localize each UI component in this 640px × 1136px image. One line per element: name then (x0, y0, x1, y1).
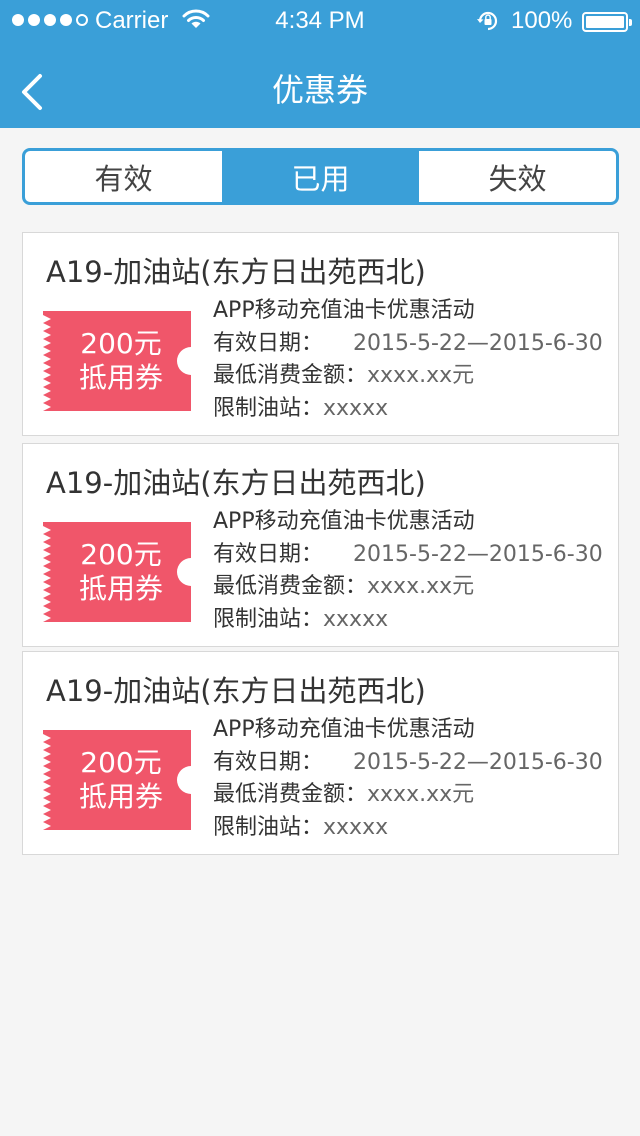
coupon-card[interactable]: A19-加油站(东方日出苑西北) 200元 抵用券 APP移动充值油卡优惠活动 … (22, 651, 619, 855)
voucher-amount: 200元 (80, 538, 162, 571)
station-limit-row: 限制油站：xxxxx (213, 604, 603, 637)
voucher-type: 抵用券 (78, 361, 163, 394)
battery-icon (582, 12, 632, 32)
min-spend-value: xxxx.xx元 (367, 574, 475, 599)
station-name: A19-加油站(东方日出苑西北) (46, 674, 426, 708)
voucher-amount: 200元 (80, 327, 162, 360)
valid-date-label: 有效日期： (213, 541, 324, 567)
coupon-card[interactable]: A19-加油站(东方日出苑西北) 200元 抵用券 APP移动充值油卡优惠活动 … (22, 443, 619, 647)
station-limit-row: 限制油站：xxxxx (213, 393, 603, 426)
coupon-status-tabs: 有效 已用 失效 (22, 148, 619, 205)
valid-date-row: 有效日期： 2015-5-22—2015-6-30 (213, 328, 603, 361)
tab-expired[interactable]: 失效 (419, 151, 616, 202)
valid-date-value: 2015-5-22—2015-6-30 (353, 749, 603, 775)
valid-date-row: 有效日期： 2015-5-22—2015-6-30 (213, 539, 603, 572)
min-spend-row: 最低消费金额：xxxx.xx元 (213, 571, 603, 604)
valid-date-value: 2015-5-22—2015-6-30 (353, 330, 603, 356)
valid-date-value: 2015-5-22—2015-6-30 (353, 541, 603, 567)
min-spend-label: 最低消费金额： (213, 574, 368, 599)
voucher-amount: 200元 (80, 746, 162, 779)
tab-used[interactable]: 已用 (222, 151, 419, 202)
valid-date-label: 有效日期： (213, 749, 324, 775)
station-limit-value: xxxxx (323, 814, 389, 840)
voucher-label: 200元 抵用券 (67, 538, 175, 606)
voucher-ticket: 200元 抵用券 (43, 522, 191, 622)
top-bar: Carrier 4:34 PM 100% 优惠券 (0, 0, 640, 128)
min-spend-label: 最低消费金额： (213, 782, 368, 807)
station-limit-label: 限制油站： (213, 814, 324, 840)
station-name: A19-加油站(东方日出苑西北) (46, 255, 426, 289)
min-spend-row: 最低消费金额：xxxx.xx元 (213, 360, 603, 393)
activity-name: APP移动充值油卡优惠活动 (213, 717, 475, 742)
min-spend-label: 最低消费金额： (213, 363, 368, 388)
voucher-label: 200元 抵用券 (67, 746, 175, 814)
voucher-label: 200元 抵用券 (67, 327, 175, 395)
valid-date-row: 有效日期： 2015-5-22—2015-6-30 (213, 747, 603, 780)
coupon-info: APP移动充值油卡优惠活动 有效日期： 2015-5-22—2015-6-30 最… (213, 714, 603, 844)
coupon-card[interactable]: A19-加油站(东方日出苑西北) 200元 抵用券 APP移动充值油卡优惠活动 … (22, 232, 619, 436)
valid-date-label: 有效日期： (213, 330, 324, 356)
voucher-type: 抵用券 (78, 572, 163, 605)
station-limit-value: xxxxx (323, 606, 389, 632)
voucher-type: 抵用券 (78, 780, 163, 813)
station-limit-row: 限制油站：xxxxx (213, 812, 603, 845)
page-title: 优惠券 (271, 71, 368, 109)
status-bar: Carrier 4:34 PM 100% (0, 0, 640, 40)
coupon-info: APP移动充值油卡优惠活动 有效日期： 2015-5-22—2015-6-30 最… (213, 295, 603, 425)
coupon-info: APP移动充值油卡优惠活动 有效日期： 2015-5-22—2015-6-30 最… (213, 506, 603, 636)
min-spend-row: 最低消费金额：xxxx.xx元 (213, 779, 603, 812)
min-spend-value: xxxx.xx元 (367, 782, 475, 807)
battery-percentage: 100% (511, 7, 573, 34)
tab-valid[interactable]: 有效 (25, 151, 222, 202)
voucher-ticket: 200元 抵用券 (43, 730, 191, 830)
station-limit-label: 限制油站： (213, 395, 324, 421)
voucher-ticket: 200元 抵用券 (43, 311, 191, 411)
activity-name: APP移动充值油卡优惠活动 (213, 509, 475, 534)
station-name: A19-加油站(东方日出苑西北) (46, 466, 426, 500)
station-limit-label: 限制油站： (213, 606, 324, 632)
rotation-lock-icon (476, 10, 500, 39)
station-limit-value: xxxxx (323, 395, 389, 421)
min-spend-value: xxxx.xx元 (367, 363, 475, 388)
activity-name: APP移动充值油卡优惠活动 (213, 298, 475, 323)
